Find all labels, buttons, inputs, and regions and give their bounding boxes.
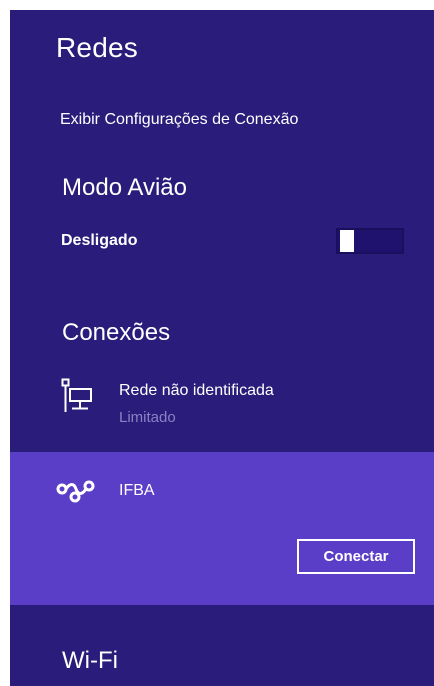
networks-panel: Redes Exibir Configurações de Conexão Mo… <box>10 10 434 686</box>
network-name: Rede não identificada <box>119 382 274 399</box>
view-connection-settings-link[interactable]: Exibir Configurações de Conexão <box>60 111 298 129</box>
network-name: IFBA <box>119 482 155 499</box>
network-status: Limitado <box>119 409 176 426</box>
airplane-mode-heading: Modo Avião <box>62 174 187 201</box>
airplane-mode-toggle[interactable] <box>336 228 404 254</box>
airplane-mode-status: Desligado <box>61 232 138 249</box>
toggle-knob <box>340 230 354 252</box>
network-item-unidentified[interactable]: Rede não identificada Limitado <box>10 372 434 430</box>
network-item-ifba[interactable]: IFBA Conectar <box>10 452 434 605</box>
wifi-heading: Wi-Fi <box>62 647 118 674</box>
panel-title: Redes <box>56 32 138 63</box>
wired-network-icon <box>60 378 92 419</box>
connections-heading: Conexões <box>62 319 171 346</box>
connect-button[interactable]: Conectar <box>297 539 415 574</box>
cellular-network-icon <box>56 477 96 508</box>
